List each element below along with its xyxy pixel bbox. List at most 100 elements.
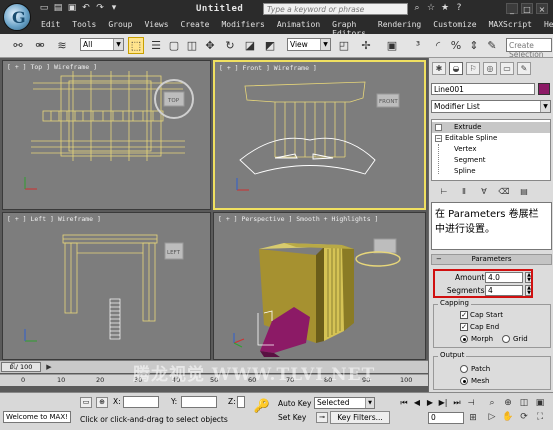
absolute-mode-icon[interactable]: ⊕	[96, 397, 108, 408]
lightbulb-icon[interactable]	[435, 124, 442, 131]
select-and-manipulate-tool-icon[interactable]: ✢	[358, 37, 374, 54]
remove-modifier-icon[interactable]: ⌫	[497, 185, 511, 197]
menu-rendering[interactable]: Rendering	[375, 19, 424, 33]
next-frame-icon[interactable]: ▶	[44, 361, 54, 373]
close-button[interactable]: ×	[536, 3, 548, 14]
minimize-button[interactable]: _	[506, 3, 518, 14]
menu-maxscript[interactable]: MAXScript	[486, 19, 535, 33]
bind-to-space-warp-icon[interactable]: ≋	[54, 37, 70, 54]
menu-edit[interactable]: Edit	[38, 19, 63, 33]
time-configuration-icon[interactable]: ⊞	[467, 412, 479, 424]
create-tab-icon[interactable]: ✱	[432, 62, 446, 75]
hierarchy-tab-icon[interactable]: ⚐	[466, 62, 480, 75]
zoom-extents-all-icon[interactable]: ▣	[534, 397, 546, 409]
stack-item-segment[interactable]: Segment	[432, 155, 550, 166]
parameters-rollout-header[interactable]: − Parameters	[431, 254, 552, 265]
patch-radio[interactable]: Patch	[460, 365, 490, 373]
keyboard-shortcut-override-icon[interactable]: ▣	[384, 37, 400, 54]
menu-animation[interactable]: Animation	[274, 19, 323, 33]
modifier-list-dropdown[interactable]: Modifier List ▼	[431, 100, 551, 113]
viewport-front[interactable]: FRONT [ + ] Front ] Wireframe ]	[213, 60, 426, 210]
field-of-view-icon[interactable]: ▷	[486, 411, 498, 423]
menu-customize[interactable]: Customize	[430, 19, 479, 33]
stack-item-vertex[interactable]: Vertex	[432, 144, 550, 155]
viewport-top[interactable]: TOP [ + ] Top ] Wireframe ]	[2, 60, 211, 210]
menu-create[interactable]: Create	[178, 19, 213, 33]
maximize-button[interactable]: □	[521, 3, 533, 14]
favorites-icon[interactable]: ★	[439, 3, 451, 14]
next-key-icon[interactable]: ▶|	[437, 397, 449, 408]
open-file-icon[interactable]: ▤	[52, 3, 64, 14]
key-filters-button[interactable]: Key Filters...	[330, 411, 390, 424]
menu-tools[interactable]: Tools	[69, 19, 99, 33]
unlink-selection-icon[interactable]: ⚮	[32, 37, 48, 54]
z-coord-field[interactable]	[237, 396, 245, 408]
select-and-scale-icon[interactable]: ◪	[242, 37, 258, 54]
menu-views[interactable]: Views	[141, 19, 171, 33]
stack-item-editable-spline[interactable]: − Editable Spline	[432, 133, 550, 144]
viewport-front-label[interactable]: [ + ] Front ] Wireframe ]	[219, 64, 317, 72]
current-frame-field[interactable]: 0	[428, 412, 464, 424]
go-to-start-icon[interactable]: ⏮	[398, 397, 410, 408]
zoom-icon[interactable]: ⌕	[486, 397, 498, 409]
previous-frame-icon[interactable]: ◀	[411, 397, 423, 408]
show-end-result-icon[interactable]: Ⅱ	[457, 185, 471, 197]
search-input[interactable]: Type a keyword or phrase	[263, 3, 408, 15]
stack-item-extrude[interactable]: Extrude	[432, 122, 550, 133]
motion-tab-icon[interactable]: ◎	[483, 62, 497, 75]
stack-item-spline[interactable]: Spline	[432, 166, 550, 177]
key-mode-toggle-icon[interactable]: ⊣	[465, 397, 477, 408]
utilities-tab-icon[interactable]: ✎	[517, 62, 531, 75]
viewport-left[interactable]: LEFT [ + ] Left ] Wireframe ]	[2, 212, 211, 360]
select-and-link-icon[interactable]: ⚯	[10, 37, 26, 54]
viewport-top-label[interactable]: [ + ] Top ] Wireframe ]	[7, 63, 97, 71]
edit-named-selection-icon[interactable]: ✎	[484, 37, 500, 54]
undo-icon[interactable]: ↶	[80, 3, 92, 14]
set-keys-key-icon[interactable]: 🔑	[251, 399, 273, 417]
viewport-perspective[interactable]: [ + ] Perspective ] Smooth + Highlights …	[213, 212, 426, 360]
x-coord-field[interactable]	[123, 396, 159, 408]
select-object-icon[interactable]: ⬚	[128, 37, 144, 54]
zoom-extents-icon[interactable]: ◫	[518, 397, 530, 409]
configure-modifier-sets-icon[interactable]: ▤	[517, 185, 531, 197]
cap-end-checkbox[interactable]: ✓ Cap End	[460, 323, 499, 331]
snaps-toggle-icon[interactable]: ³	[410, 37, 426, 54]
set-key-button[interactable]: Set Key	[278, 413, 312, 425]
selection-lock-icon[interactable]: ▭	[80, 397, 92, 408]
viewport-perspective-label[interactable]: [ + ] Perspective ] Smooth + Highlights …	[218, 215, 378, 223]
orbit-icon[interactable]: ⟳	[518, 411, 530, 423]
select-and-move-icon[interactable]: ✥	[202, 37, 218, 54]
pan-view-icon[interactable]: ✋	[502, 411, 514, 423]
zoom-all-icon[interactable]: ⊕	[502, 397, 514, 409]
search-icon[interactable]: ⌕	[411, 3, 423, 14]
save-file-icon[interactable]: ▣	[66, 3, 78, 14]
angle-snap-icon[interactable]: ◜	[430, 37, 446, 54]
object-name-input[interactable]: Line001	[431, 83, 535, 95]
percent-snap-icon[interactable]: %	[448, 37, 464, 54]
help-icon[interactable]: ?	[453, 3, 465, 14]
new-file-icon[interactable]: ▭	[38, 3, 50, 14]
rectangular-selection-icon[interactable]: ▢	[166, 37, 182, 54]
reference-coordinate-dropdown[interactable]: View ▼	[287, 38, 331, 51]
grid-radio[interactable]: Grid	[502, 335, 528, 343]
mini-curve-editor-icon[interactable]: ⎍	[6, 361, 20, 373]
window-crossing-icon[interactable]: ◫	[184, 37, 200, 54]
key-mode-dropdown[interactable]: Selected ▼	[314, 397, 375, 409]
display-tab-icon[interactable]: ▭	[500, 62, 514, 75]
select-by-name-icon[interactable]: ☰	[148, 37, 164, 54]
project-folder-icon[interactable]: ▾	[108, 3, 120, 14]
app-logo-icon[interactable]: G	[3, 3, 31, 31]
make-unique-icon[interactable]: ∀	[477, 185, 491, 197]
named-selection-set-input[interactable]: Create Selection Se	[506, 38, 552, 68]
menu-group[interactable]: Group	[105, 19, 135, 33]
pin-stack-icon[interactable]: ⊢	[437, 185, 451, 197]
select-and-manipulate-icon[interactable]: ◩	[262, 37, 278, 54]
mesh-radio[interactable]: Mesh	[460, 377, 489, 385]
auto-key-button[interactable]: Auto Key	[278, 399, 312, 411]
use-pivot-center-icon[interactable]: ◰	[336, 37, 352, 54]
key-filter-toggle-icon[interactable]: ⊸	[316, 412, 328, 423]
object-color-swatch[interactable]	[538, 83, 550, 95]
redo-icon[interactable]: ↷	[94, 3, 106, 14]
selection-filter-dropdown[interactable]: All ▼	[80, 38, 124, 51]
cap-start-checkbox[interactable]: ✓ Cap Start	[460, 311, 503, 319]
